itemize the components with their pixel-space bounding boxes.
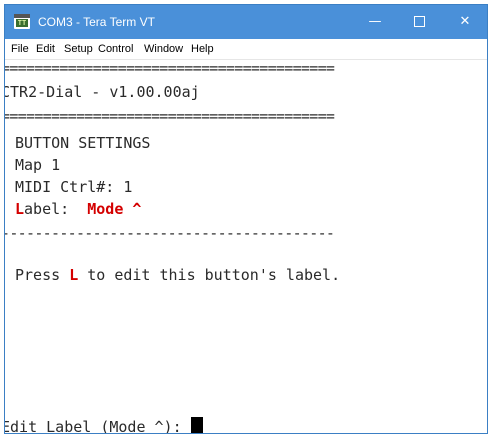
menu-window[interactable]: Window: [144, 42, 183, 56]
close-button[interactable]: ✕: [443, 5, 487, 39]
press-suffix: to edit this button's label.: [87, 266, 341, 284]
double-rule-top: ========================================: [4, 59, 335, 77]
label-value: Mode ^: [87, 200, 142, 218]
title-bar[interactable]: TT COM3 - Tera Term VT — ✕: [5, 5, 487, 39]
minimize-button[interactable]: —: [353, 5, 397, 39]
midi-line: MIDI Ctrl#: 1: [15, 178, 133, 196]
menu-help[interactable]: Help: [191, 42, 214, 56]
section-title: BUTTON SETTINGS: [15, 134, 151, 152]
double-rule-bottom: ========================================: [4, 107, 335, 125]
header-line: CTR2-Dial - v1.00.00aj: [4, 83, 200, 101]
label-hotkey: L: [15, 200, 25, 218]
close-icon: ✕: [459, 14, 471, 29]
terminal-screen[interactable]: ========================================…: [4, 59, 483, 434]
menu-control[interactable]: Control: [98, 42, 133, 56]
label-line: Label: Mode ^: [15, 199, 141, 219]
text-cursor: [190, 417, 203, 433]
press-hotkey: L: [69, 266, 79, 284]
single-rule: ----------------------------------------: [4, 224, 335, 242]
maximize-button[interactable]: [397, 5, 441, 39]
menu-bar: File Edit Setup Control Window Help: [5, 39, 487, 60]
map-line: Map 1: [15, 156, 61, 174]
prompt-line: Edit Label (Mode ^):: [4, 417, 203, 434]
press-hint: Press L to edit this button's label.: [15, 265, 340, 285]
prompt-text: Edit Label (Mode ^):: [4, 418, 182, 434]
terminal-window: TT COM3 - Tera Term VT — ✕ File Edit Set…: [4, 4, 488, 434]
minimize-icon: —: [368, 14, 382, 29]
menu-file[interactable]: File: [11, 42, 29, 56]
menu-setup[interactable]: Setup: [64, 42, 93, 56]
window-title: COM3 - Tera Term VT: [38, 15, 155, 29]
label-caption: abel:: [24, 200, 70, 218]
maximize-icon: [413, 16, 425, 27]
teraterm-app-icon[interactable]: TT: [14, 14, 30, 29]
menu-edit[interactable]: Edit: [36, 42, 55, 56]
press-prefix: Press: [15, 266, 61, 284]
